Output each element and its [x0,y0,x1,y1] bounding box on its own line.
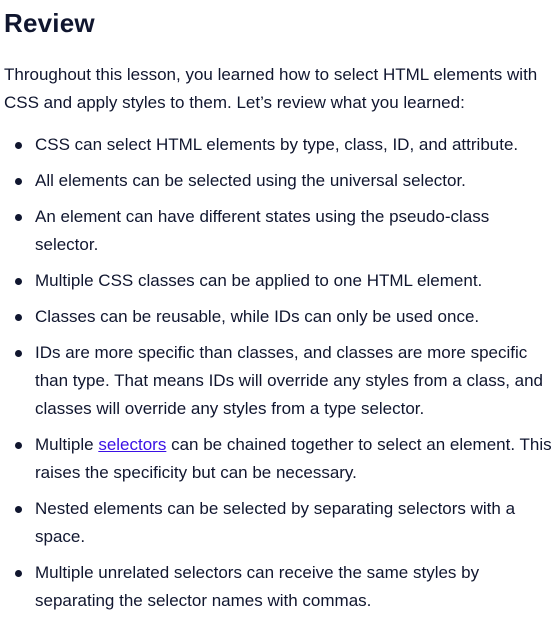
page-title: Review [4,8,95,38]
list-item-text: Nested elements can be selected by separ… [35,499,516,546]
bullet-icon [15,350,22,357]
review-section: Review Throughout this lesson, you learn… [0,0,560,615]
list-item: Multiple selectors can be chained togeth… [4,431,554,487]
review-list: CSS can select HTML elements by type, cl… [4,131,554,615]
list-item: Classes can be reusable, while IDs can o… [4,303,554,331]
list-item: Multiple CSS classes can be applied to o… [4,267,554,295]
list-item-text: Multiple unrelated selectors can receive… [35,563,480,610]
bullet-icon [15,278,22,285]
bullet-icon [15,142,22,149]
bullet-icon [15,314,22,321]
list-item-text: IDs are more specific than classes, and … [35,343,544,418]
list-item-text: Classes can be reusable, while IDs can o… [35,307,480,326]
list-item-text: An element can have different states usi… [35,207,490,254]
list-item: CSS can select HTML elements by type, cl… [4,131,554,159]
bullet-icon [15,214,22,221]
bullet-icon [15,506,22,513]
list-item: Nested elements can be selected by separ… [4,495,554,551]
list-item: IDs are more specific than classes, and … [4,339,554,423]
intro-paragraph: Throughout this lesson, you learned how … [4,65,538,112]
selectors-link[interactable]: selectors [98,435,166,454]
bullet-icon [15,178,22,185]
list-item: All elements can be selected using the u… [4,167,554,195]
list-item-text: CSS can select HTML elements by type, cl… [35,135,519,154]
bullet-icon [15,442,22,449]
bullet-icon [15,570,22,577]
list-item-text-before: Multiple [35,435,99,454]
list-item-text: Multiple CSS classes can be applied to o… [35,271,483,290]
list-item: An element can have different states usi… [4,203,554,259]
list-item-text: All elements can be selected using the u… [35,171,466,190]
list-item: Multiple unrelated selectors can receive… [4,559,554,615]
